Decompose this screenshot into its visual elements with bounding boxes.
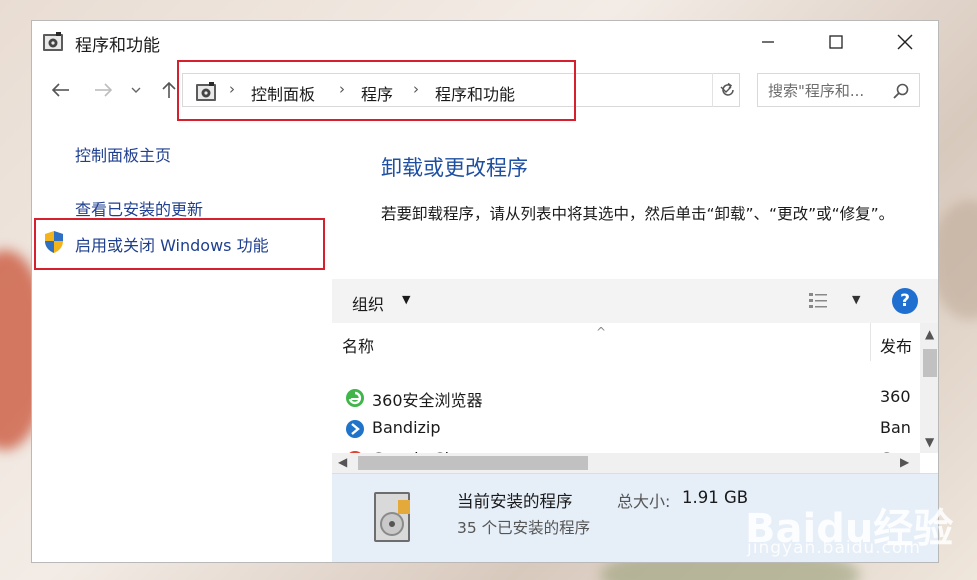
program-list: ^ 名称 发布 360安全浏览器 360 Bandizip Ban [332, 323, 938, 473]
bandizip-icon [346, 420, 364, 438]
scroll-right-icon[interactable]: ▶ [900, 455, 909, 469]
control-panel-icon [43, 32, 63, 51]
window-title: 程序和功能 [75, 36, 160, 56]
minimize-icon [762, 41, 774, 43]
up-button[interactable] [156, 77, 182, 103]
installed-count: 35 个已安装的程序 [457, 519, 591, 537]
refresh-button[interactable] [712, 73, 742, 107]
chevron-down-icon[interactable]: ▼ [852, 293, 860, 306]
search-icon[interactable] [891, 81, 911, 101]
minimize-button[interactable] [745, 27, 791, 57]
vertical-scrollbar[interactable]: ▲ ▼ [920, 323, 938, 453]
search-box[interactable] [757, 73, 920, 107]
address-bar[interactable]: › 控制面板 › 程序 › 程序和功能 [182, 73, 740, 107]
breadcrumb-separator-icon: › [413, 80, 419, 98]
maximize-button[interactable] [813, 27, 859, 57]
recent-locations-button[interactable] [127, 77, 145, 103]
back-button[interactable] [48, 77, 74, 103]
breadcrumb-programs[interactable]: 程序 [361, 81, 393, 105]
breadcrumb-programs-and-features[interactable]: 程序和功能 [435, 81, 515, 105]
chevron-down-icon[interactable]: ▼ [402, 293, 410, 306]
total-size-value: 1.91 GB [682, 488, 749, 507]
forward-arrow-icon [95, 83, 113, 97]
breadcrumb-separator-icon: › [229, 80, 235, 98]
close-icon [897, 34, 913, 50]
program-publisher: Ban [880, 418, 911, 437]
refresh-icon [721, 82, 734, 96]
list-toolbar: 组织 ▼ ▼ ? [332, 279, 938, 323]
chevron-down-icon [131, 87, 141, 93]
installed-programs-icon [374, 492, 410, 542]
page-title: 卸载或更改程序 [381, 156, 528, 180]
installed-programs-label: 当前安装的程序 [457, 492, 573, 511]
sidebar-link-windows-features[interactable]: 启用或关闭 Windows 功能 [75, 232, 269, 256]
breadcrumb-separator-icon: › [339, 80, 345, 98]
scroll-left-icon[interactable]: ◀ [338, 455, 347, 469]
view-options-icon[interactable] [808, 291, 834, 311]
search-input[interactable] [768, 80, 888, 102]
page-description: 若要卸载程序，请从列表中将其选中，然后单击“卸载”、“更改”或“修复”。 [381, 205, 895, 223]
360-browser-icon [346, 389, 364, 407]
uac-shield-icon [45, 231, 63, 253]
help-button[interactable]: ? [892, 288, 918, 314]
title-bar: 程序和功能 [32, 21, 938, 65]
back-arrow-icon [51, 83, 69, 97]
up-arrow-icon [162, 81, 176, 98]
total-size-label: 总大小: [617, 492, 671, 511]
program-name: Bandizip [372, 418, 441, 437]
column-header-name[interactable]: 名称 [342, 333, 374, 371]
scrollbar-thumb[interactable] [358, 456, 588, 470]
organize-button[interactable]: 组织 [352, 291, 384, 315]
list-item[interactable]: Bandizip [342, 414, 862, 444]
control-panel-icon [196, 82, 216, 101]
column-divider[interactable] [870, 323, 871, 361]
sidebar-link-control-panel-home[interactable]: 控制面板主页 [75, 142, 171, 166]
scroll-down-icon[interactable]: ▼ [925, 435, 934, 449]
list-item[interactable]: 360安全浏览器 [342, 383, 862, 413]
sort-ascending-icon: ^ [596, 325, 607, 339]
breadcrumb-control-panel[interactable]: 控制面板 [251, 81, 315, 105]
horizontal-scrollbar[interactable]: ◀ ▶ [332, 453, 920, 473]
details-pane: 当前安装的程序 总大小: 1.91 GB 35 个已安装的程序 [332, 473, 938, 562]
program-publisher: 360 [880, 387, 911, 406]
close-button[interactable] [882, 27, 928, 57]
forward-button[interactable] [90, 77, 116, 103]
sidebar-link-installed-updates[interactable]: 查看已安装的更新 [75, 196, 203, 220]
program-name: 360安全浏览器 [372, 391, 483, 410]
scroll-up-icon[interactable]: ▲ [925, 327, 934, 341]
programs-and-features-window: 程序和功能 › 控制面板 › 程序 › 程序和功能 搜索"程序和... 控制面板… [31, 20, 939, 563]
maximize-icon [829, 35, 843, 49]
scrollbar-thumb[interactable] [923, 349, 937, 377]
navigation-bar: › 控制面板 › 程序 › 程序和功能 [32, 71, 938, 111]
column-header-publisher[interactable]: 发布 [880, 333, 912, 371]
